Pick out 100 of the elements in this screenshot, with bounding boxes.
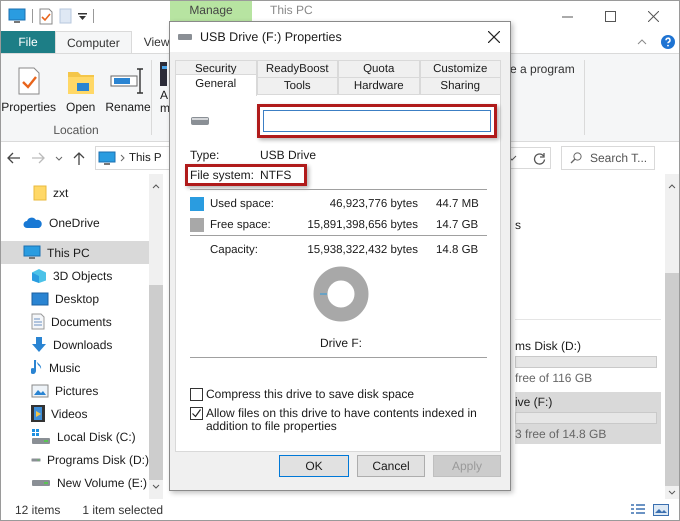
dialog-title: USB Drive (F:) Properties — [200, 30, 342, 44]
file-tab[interactable]: File — [1, 31, 55, 53]
computer-icon — [98, 150, 116, 166]
folder-icon — [66, 69, 95, 95]
pictures-icon — [31, 384, 49, 398]
section-heading: s — [515, 218, 522, 232]
field-label: File system: — [190, 168, 256, 182]
nav-item[interactable]: Pictures — [1, 379, 149, 402]
checkbox-option[interactable]: Allow files on this drive to have contents indexed in addition to file properties — [190, 407, 497, 433]
scroll-up-icon[interactable] — [668, 184, 676, 189]
field-value: USB Drive — [260, 148, 316, 162]
dialog-tab[interactable]: General — [175, 74, 256, 96]
checkbox-option[interactable]: Compress this drive to save disk space — [190, 388, 497, 401]
nav-item[interactable]: Downloads — [1, 333, 149, 356]
nav-item[interactable]: Programs Disk (D:) — [1, 448, 149, 471]
cloud-icon — [23, 216, 43, 228]
download-icon — [31, 336, 47, 353]
dialog-tab[interactable]: Sharing — [420, 77, 501, 94]
drive-icon — [31, 478, 51, 486]
help-icon[interactable] — [661, 35, 675, 49]
close-icon[interactable] — [648, 10, 659, 22]
drive-tile[interactable]: ive (F:) 3 free of 14.8 GB — [515, 392, 661, 444]
dialog-tab[interactable]: Customize — [420, 60, 501, 77]
cube-icon — [31, 268, 47, 284]
scrollbar[interactable] — [665, 174, 679, 499]
dialog-button[interactable]: OK — [279, 455, 349, 477]
field-value: NTFS — [260, 168, 292, 182]
recent-icon[interactable] — [55, 156, 63, 160]
drive-free-space: 3 free of 14.8 GB — [515, 427, 608, 441]
ribbon-button[interactable]: Open — [64, 62, 98, 114]
nav-item[interactable]: OneDrive — [1, 211, 149, 234]
size-value: 44.7 MB — [435, 198, 480, 210]
dialog-tab[interactable]: Tools — [256, 77, 338, 94]
byte-count: 15,891,398,656 bytes — [306, 219, 418, 231]
byte-count: 15,938,322,432 bytes — [306, 244, 418, 256]
drive-icon — [31, 428, 51, 444]
back-icon[interactable] — [7, 152, 21, 164]
drive-free-space: free of 116 GB — [515, 371, 594, 385]
maximize-icon[interactable] — [605, 10, 616, 22]
checkbox[interactable] — [190, 407, 203, 420]
ribbon-button[interactable]: Properties — [1, 62, 58, 114]
dialog-tab[interactable]: ReadyBoost — [256, 60, 338, 77]
ribbon-button[interactable]: Rename — [103, 62, 153, 114]
dialog-button[interactable]: Cancel — [357, 455, 425, 477]
properties-icon[interactable] — [39, 8, 53, 24]
nav-item[interactable]: Music — [1, 356, 149, 379]
properties-icon — [18, 67, 40, 95]
field-label: Capacity: — [210, 244, 259, 256]
drive-tile[interactable]: ms Disk (D:) free of 116 GB — [515, 336, 661, 388]
drive-icon — [190, 116, 210, 126]
nav-item[interactable]: Videos — [1, 402, 149, 425]
desktop-icon — [31, 292, 49, 306]
music-icon — [31, 359, 43, 376]
field-label: Type: — [190, 148, 220, 162]
scrollbar[interactable] — [149, 174, 163, 499]
dropdown-icon[interactable] — [78, 12, 87, 20]
nav-item[interactable]: This PC — [1, 241, 149, 264]
close-icon[interactable] — [488, 31, 500, 43]
chevron-icon — [120, 154, 125, 162]
window-title: This PC — [270, 2, 313, 19]
ribbon-button-label[interactable]: A m — [160, 89, 170, 115]
document-icon — [31, 313, 45, 330]
drive-name: ms Disk (D:) — [515, 339, 582, 353]
drive-name-field[interactable] — [263, 110, 491, 132]
ribbon-tab[interactable]: Computer — [55, 31, 132, 53]
dialog-tab[interactable]: Hardware — [338, 77, 420, 94]
details-view-icon[interactable] — [631, 504, 645, 516]
field-label: Used space: — [210, 198, 275, 210]
up-icon[interactable] — [73, 151, 85, 165]
drive-name: ive (F:) — [515, 395, 554, 409]
search-field[interactable]: Search T... — [561, 146, 655, 170]
computer-icon — [23, 245, 41, 260]
selection-count: 1 item selected — [82, 502, 164, 516]
dialog-tab[interactable]: Quota — [338, 60, 420, 77]
tiles-view-icon[interactable] — [653, 504, 669, 516]
scroll-down-icon[interactable] — [152, 484, 160, 489]
scroll-up-icon[interactable] — [152, 184, 160, 189]
search-icon — [570, 152, 582, 164]
drive-icon — [177, 33, 193, 41]
item-count: 12 items — [15, 502, 60, 516]
computer-icon — [8, 8, 26, 24]
nav-item[interactable]: zxt — [1, 181, 149, 204]
usage-donut — [313, 266, 369, 322]
refresh-icon[interactable] — [533, 152, 546, 164]
byte-count: 46,923,776 bytes — [328, 198, 418, 210]
folder-icon — [33, 184, 47, 200]
scroll-down-icon[interactable] — [668, 490, 676, 495]
drive-icon — [31, 456, 41, 464]
nav-item[interactable]: Documents — [1, 310, 149, 333]
nav-item[interactable]: 3D Objects — [1, 264, 149, 287]
size-value: 14.8 GB — [435, 244, 480, 256]
group-label: Location — [53, 123, 99, 137]
drive-label: Drive F: — [320, 336, 362, 350]
film-icon — [31, 405, 45, 422]
collapse-icon[interactable] — [637, 39, 647, 45]
checkbox[interactable] — [190, 388, 203, 401]
nav-item[interactable]: Local Disk (C:) — [1, 425, 149, 448]
size-value: 14.7 GB — [435, 219, 480, 231]
nav-item[interactable]: Desktop — [1, 287, 149, 310]
nav-item[interactable]: New Volume (E:) — [1, 471, 149, 494]
